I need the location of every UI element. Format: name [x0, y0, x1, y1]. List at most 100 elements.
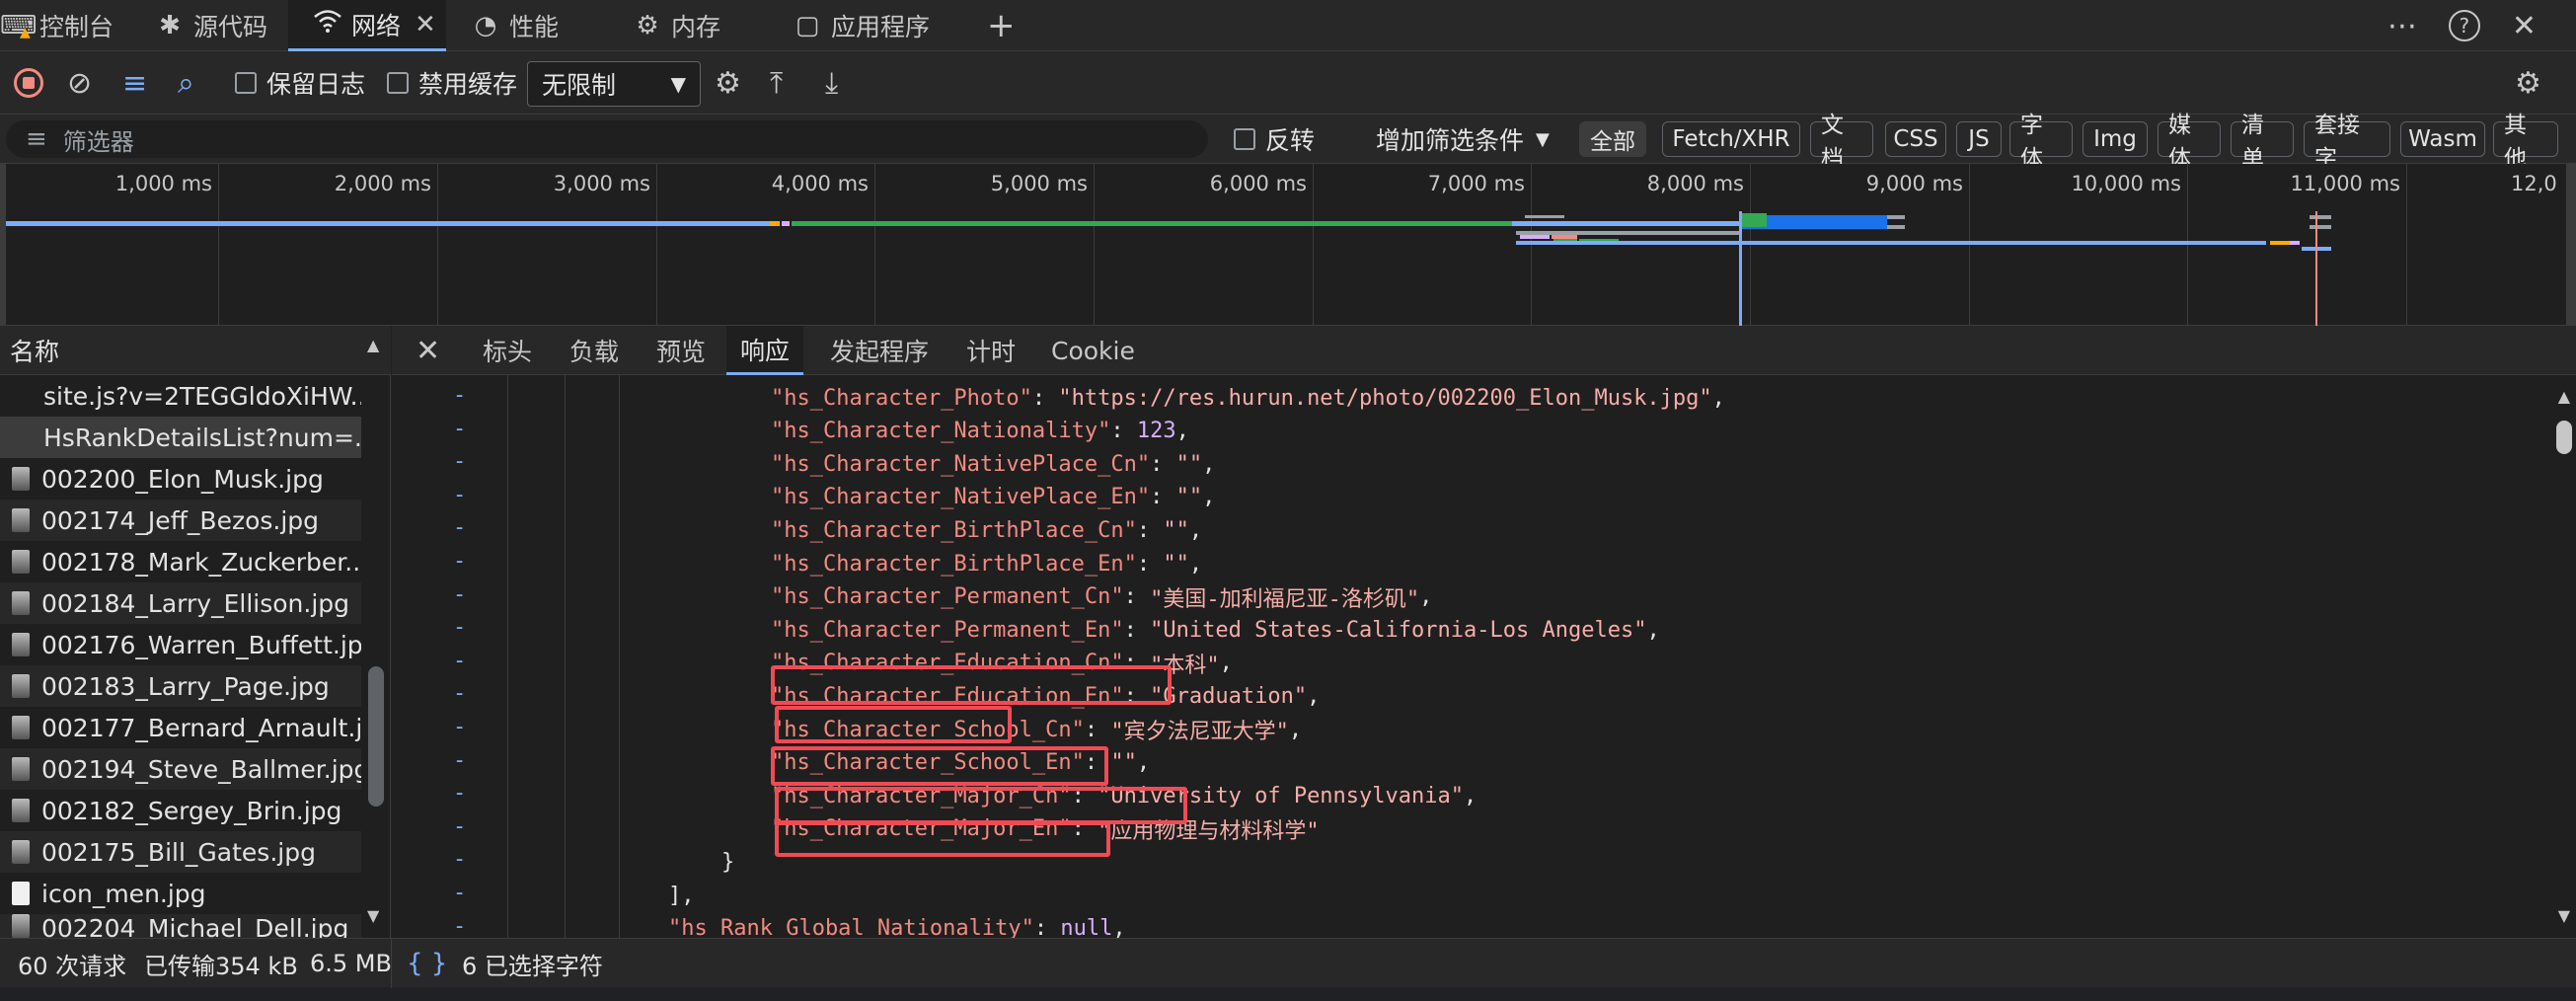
tick-line	[437, 164, 438, 326]
json-colon: :	[1123, 584, 1151, 610]
scroll-down-arrow-icon[interactable]: ▼	[2558, 906, 2570, 925]
tab-timing[interactable]: 计时	[966, 326, 1016, 375]
timeline-overview[interactable]: 1,000 ms 2,000 ms 3,000 ms 4,000 ms 5,00…	[0, 164, 2576, 326]
tab-sources[interactable]: ✱ 源代码	[154, 0, 282, 51]
list-item[interactable]: 002175_Bill_Gates.jpg	[0, 831, 361, 873]
list-item[interactable]: 002182_Sergey_Brin.jpg	[0, 790, 361, 831]
chip-img[interactable]: Img	[2083, 121, 2148, 157]
tab-cookie[interactable]: Cookie	[1051, 326, 1135, 375]
export-har-button[interactable]: ⤓	[825, 51, 838, 115]
preserve-log-check[interactable]	[235, 72, 257, 94]
highlight-box	[775, 821, 1110, 857]
tab-performance[interactable]: ◔ 性能	[470, 0, 588, 51]
tab-console-label: 控制台	[39, 13, 114, 41]
list-item[interactable]: 002174_Jeff_Bezos.jpg	[0, 500, 361, 541]
chip-socket[interactable]: 套接字	[2304, 113, 2390, 172]
more-options-icon[interactable]: ⋯	[2387, 9, 2417, 43]
pretty-print-button[interactable]: { }	[407, 939, 447, 988]
chip-fetch-xhr[interactable]: Fetch/XHR	[1662, 121, 1800, 157]
json-line: "hs_Character_NativePlace_En": "",	[771, 481, 1215, 514]
json-colon: :	[1150, 451, 1176, 477]
wifi-icon	[312, 8, 343, 40]
line-collapse-marker: -	[453, 549, 467, 574]
chip-other[interactable]: 其他	[2493, 113, 2558, 172]
import-har-button[interactable]: ⤒	[770, 51, 783, 115]
preserve-log-checkbox[interactable]: 保留日志	[235, 51, 365, 115]
scroll-up-arrow-icon[interactable]: ▲	[2558, 387, 2570, 406]
tab-payload[interactable]: 负载	[569, 326, 619, 375]
network-conditions-button[interactable]: ⚙	[715, 51, 741, 115]
throttle-select[interactable]: 无限制 ▼	[527, 61, 701, 107]
close-detail-button[interactable]: ✕	[416, 326, 440, 375]
tab-headers[interactable]: 标头	[483, 326, 532, 375]
tab-application[interactable]: ▢ 应用程序	[792, 0, 949, 51]
list-item[interactable]: site.js?v=2TEGGldoXiHW...	[0, 375, 361, 417]
tab-memory[interactable]: ⚙ 内存	[632, 0, 750, 51]
chip-js[interactable]: JS	[1956, 121, 2002, 157]
column-name-label: 名称	[10, 337, 60, 366]
chevron-down-icon: ▼	[1536, 128, 1550, 150]
list-item[interactable]: 002194_Steve_Ballmer.jpg	[0, 748, 361, 790]
filter-toggle-button[interactable]: ≡	[122, 51, 147, 115]
list-item[interactable]: 002177_Bernard_Arnault.j...	[0, 707, 361, 748]
json-comma: ,	[1288, 717, 1303, 742]
invert-checkbox[interactable]: 反转	[1234, 115, 1315, 164]
response-scroll-thumb[interactable]	[2556, 421, 2572, 454]
disable-cache-checkbox[interactable]: 禁用缓存	[387, 51, 517, 115]
tab-response[interactable]: 响应	[726, 326, 804, 375]
chip-font[interactable]: 字体	[2009, 113, 2073, 172]
request-list-scrollbar[interactable]	[365, 375, 391, 938]
tab-network[interactable]: 网络 ✕	[288, 0, 446, 51]
tab-console[interactable]: ⌨ ▲ 控制台	[0, 0, 148, 51]
json-colon: :	[1150, 485, 1176, 510]
help-icon[interactable]: ?	[2448, 10, 2480, 41]
json-line: "hs_Character_Permanent_En": "United Sta…	[771, 613, 1660, 647]
more-filters-dropdown[interactable]: 增加筛选条件 ▼	[1376, 115, 1550, 164]
chip-css[interactable]: CSS	[1885, 121, 1946, 157]
scroll-up-arrow-icon[interactable]: ▲	[367, 336, 379, 354]
chip-label: Img	[2093, 126, 2137, 152]
chip-media[interactable]: 媒体	[2158, 113, 2221, 172]
list-item[interactable]: icon_men.jpg	[0, 873, 361, 914]
list-item[interactable]: 002176_Warren_Buffett.jpg	[0, 624, 361, 665]
disable-cache-check[interactable]	[387, 72, 409, 94]
chip-all[interactable]: 全部	[1579, 121, 1646, 157]
chip-manifest[interactable]: 清单	[2231, 113, 2294, 172]
list-item[interactable]: 002200_Elon_Musk.jpg	[0, 458, 361, 500]
close-tab-icon[interactable]: ✕	[415, 10, 436, 39]
list-item[interactable]: 002184_Larry_Ellison.jpg	[0, 582, 361, 624]
json-comma: ,	[1711, 385, 1725, 411]
column-name-header[interactable]: 名称	[0, 326, 391, 375]
list-item[interactable]: HsRankDetailsList?num=...	[0, 417, 361, 458]
chip-wasm[interactable]: Wasm	[2400, 121, 2485, 157]
record-button[interactable]	[14, 51, 43, 115]
response-code-view[interactable]: - - - - - - - - - - - - - - - - - "hs_Character_Photo": "…	[392, 375, 2576, 941]
clear-button[interactable]: ⊘	[67, 51, 92, 115]
plus-icon: +	[987, 6, 1016, 45]
selection-info: 6 已选择字符	[462, 939, 603, 988]
chip-label: 其他	[2504, 113, 2527, 172]
timeline-left-handle[interactable]	[0, 164, 6, 326]
request-name: 002194_Steve_Ballmer.jpg	[41, 754, 361, 784]
invert-check[interactable]	[1234, 128, 1255, 150]
search-icon: ⌕	[178, 65, 194, 101]
list-item[interactable]: 002178_Mark_Zuckerber...	[0, 541, 361, 582]
list-item[interactable]: 002183_Larry_Page.jpg	[0, 665, 361, 707]
chip-doc[interactable]: 文档	[1810, 113, 1873, 172]
search-button[interactable]: ⌕	[178, 51, 194, 115]
chip-label: 媒体	[2168, 113, 2191, 172]
timeline-right-handle[interactable]	[2566, 164, 2576, 326]
chip-label: 文档	[1821, 113, 1844, 172]
scroll-down-arrow-icon[interactable]: ▼	[367, 906, 379, 925]
line-collapse-marker: -	[453, 881, 467, 905]
list-item[interactable]: 002204_Michael_Dell.jpg	[0, 914, 361, 938]
add-tab-button[interactable]: +	[987, 0, 1026, 51]
tick-label: 4,000 ms	[771, 172, 869, 195]
tab-preview[interactable]: 预览	[656, 326, 706, 375]
json-line: "hs_Character_BirthPlace_En": "",	[771, 547, 1202, 580]
filter-input[interactable]: ≡ 筛选器	[6, 120, 1208, 158]
request-list-scroll-thumb[interactable]	[368, 666, 384, 807]
close-devtools-icon[interactable]: ✕	[2512, 9, 2537, 43]
chip-label: 清单	[2241, 113, 2264, 172]
tab-initiator[interactable]: 发起程序	[830, 326, 929, 375]
